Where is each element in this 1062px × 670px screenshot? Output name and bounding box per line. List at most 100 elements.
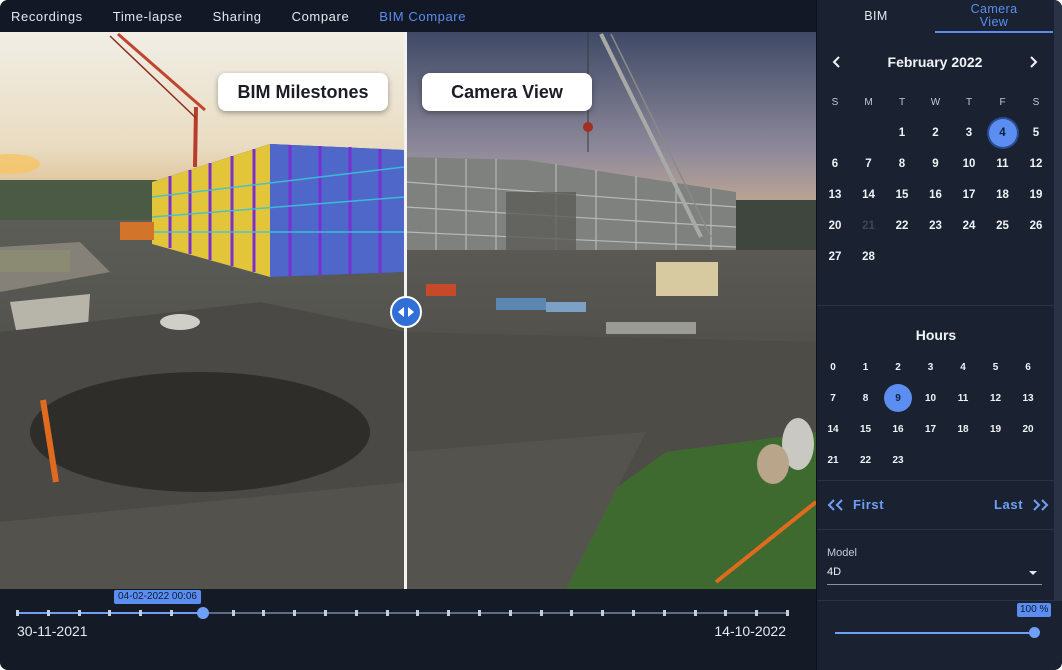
hour-option[interactable]: 16 [884, 415, 912, 443]
calendar-day[interactable]: 20 [821, 212, 849, 240]
calendar-day[interactable]: 13 [821, 181, 849, 209]
camera-live-view [406, 32, 816, 589]
timeline-tick [478, 610, 481, 616]
calendar-day[interactable]: 9 [922, 150, 950, 178]
tab-compare[interactable]: Compare [292, 9, 350, 24]
tab-bim-compare[interactable]: BIM Compare [379, 9, 466, 24]
model-label: Model [827, 547, 857, 559]
split-handle-icon[interactable] [390, 296, 422, 328]
hour-option[interactable]: 23 [884, 446, 912, 474]
chevron-right-icon[interactable] [1023, 52, 1043, 72]
calendar-day[interactable]: 16 [922, 181, 950, 209]
calendar-day[interactable]: 18 [989, 181, 1017, 209]
date-picker-panel: BIM Camera View February 2022 SMTWTFS123… [816, 0, 1062, 670]
timeline-tick [601, 610, 605, 616]
first-last-navigation: First Last [817, 497, 1055, 515]
hour-option[interactable]: 2 [884, 353, 912, 381]
tab-bim[interactable]: BIM [817, 0, 935, 33]
panel-tabs: BIM Camera View [817, 0, 1062, 33]
calendar-day[interactable]: 5 [1022, 119, 1050, 147]
tab-time-lapse[interactable]: Time-lapse [113, 9, 183, 24]
weekday-header: S [1032, 96, 1040, 108]
timeline-tick [786, 610, 789, 616]
panel-scrollbar[interactable] [1054, 0, 1062, 600]
divider [817, 480, 1055, 481]
hour-option[interactable]: 17 [917, 415, 945, 443]
hour-option[interactable]: 8 [852, 384, 880, 412]
calendar-day[interactable]: 12 [1022, 150, 1050, 178]
tab-camera-view[interactable]: Camera View [935, 0, 1053, 33]
hour-option[interactable]: 12 [982, 384, 1010, 412]
first-button[interactable]: First [827, 497, 884, 512]
hour-option[interactable]: 21 [819, 446, 847, 474]
hour-option[interactable]: 14 [819, 415, 847, 443]
bim-overlay-view [0, 32, 406, 589]
hour-option[interactable]: 5 [982, 353, 1010, 381]
hour-option[interactable]: 1 [852, 353, 880, 381]
hour-option[interactable]: 7 [819, 384, 847, 412]
hour-option[interactable]: 19 [982, 415, 1010, 443]
calendar-day[interactable]: 7 [855, 150, 883, 178]
calendar-day[interactable]: 27 [821, 243, 849, 271]
calendar-day[interactable]: 25 [989, 212, 1017, 240]
timeline: 04-02-2022 00:06 30-11-2021 14-10-2022 [0, 589, 816, 670]
calendar-day[interactable]: 22 [888, 212, 916, 240]
calendar-day[interactable]: 4 [988, 119, 1017, 147]
calendar-day[interactable]: 3 [955, 119, 983, 147]
calendar-day[interactable]: 17 [955, 181, 983, 209]
zoom-slider-track[interactable] [835, 632, 1035, 634]
timeline-tick [447, 610, 451, 616]
hour-option[interactable]: 15 [852, 415, 880, 443]
model-value: 4D [827, 566, 842, 578]
calendar-day[interactable]: 10 [955, 150, 983, 178]
divider [817, 600, 1062, 601]
last-button-label: Last [994, 497, 1024, 512]
calendar-day[interactable]: 24 [955, 212, 983, 240]
calendar-day[interactable]: 8 [888, 150, 916, 178]
calendar-day: 21 [862, 220, 875, 232]
tab-recordings[interactable]: Recordings [11, 9, 83, 24]
hour-option[interactable]: 6 [1014, 353, 1042, 381]
weekday-header: F [999, 96, 1006, 108]
calendar-day[interactable]: 11 [989, 150, 1017, 178]
timeline-tick [77, 610, 81, 616]
month-navigation: February 2022 [817, 52, 1053, 72]
double-chevron-right-icon [1033, 498, 1049, 511]
hour-option[interactable]: 20 [1014, 415, 1042, 443]
hour-option[interactable]: 3 [917, 353, 945, 381]
hour-option[interactable]: 0 [819, 353, 847, 381]
caret-down-icon [1029, 571, 1037, 575]
calendar-day[interactable]: 28 [855, 243, 883, 271]
timeline-thumb[interactable] [197, 607, 209, 619]
tab-sharing[interactable]: Sharing [213, 9, 262, 24]
timeline-tick [662, 610, 666, 616]
weekday-header: S [831, 96, 839, 108]
timeline-tick [293, 610, 297, 616]
calendar-day[interactable]: 6 [821, 150, 849, 178]
last-button[interactable]: Last [994, 497, 1049, 512]
chevron-left-icon[interactable] [827, 52, 847, 72]
calendar-day[interactable]: 26 [1022, 212, 1050, 240]
zoom-slider-thumb[interactable] [1029, 627, 1040, 638]
top-navigation: Recordings Time-lapse Sharing Compare BI… [0, 0, 816, 32]
timeline-current-badge: 04-02-2022 00:06 [114, 590, 201, 604]
divider [817, 305, 1055, 306]
hour-option[interactable]: 10 [917, 384, 945, 412]
calendar-day[interactable]: 15 [888, 181, 916, 209]
hour-option[interactable]: 13 [1014, 384, 1042, 412]
model-select[interactable]: 4D [827, 563, 1042, 585]
calendar-day[interactable]: 23 [922, 212, 950, 240]
calendar-day[interactable]: 1 [888, 119, 916, 147]
timeline-tick [693, 610, 697, 616]
hour-option[interactable]: 22 [852, 446, 880, 474]
bim-milestones-image [0, 32, 406, 589]
calendar-day[interactable]: 2 [922, 119, 950, 147]
calendar-day[interactable]: 14 [855, 181, 883, 209]
hour-option[interactable]: 11 [949, 384, 977, 412]
calendar-day[interactable]: 19 [1022, 181, 1050, 209]
hour-option[interactable]: 18 [949, 415, 977, 443]
hour-option[interactable]: 4 [949, 353, 977, 381]
compare-viewer[interactable]: BIM Milestones Camera View [0, 32, 816, 589]
hour-option[interactable]: 9 [884, 384, 912, 412]
first-button-label: First [853, 497, 885, 512]
